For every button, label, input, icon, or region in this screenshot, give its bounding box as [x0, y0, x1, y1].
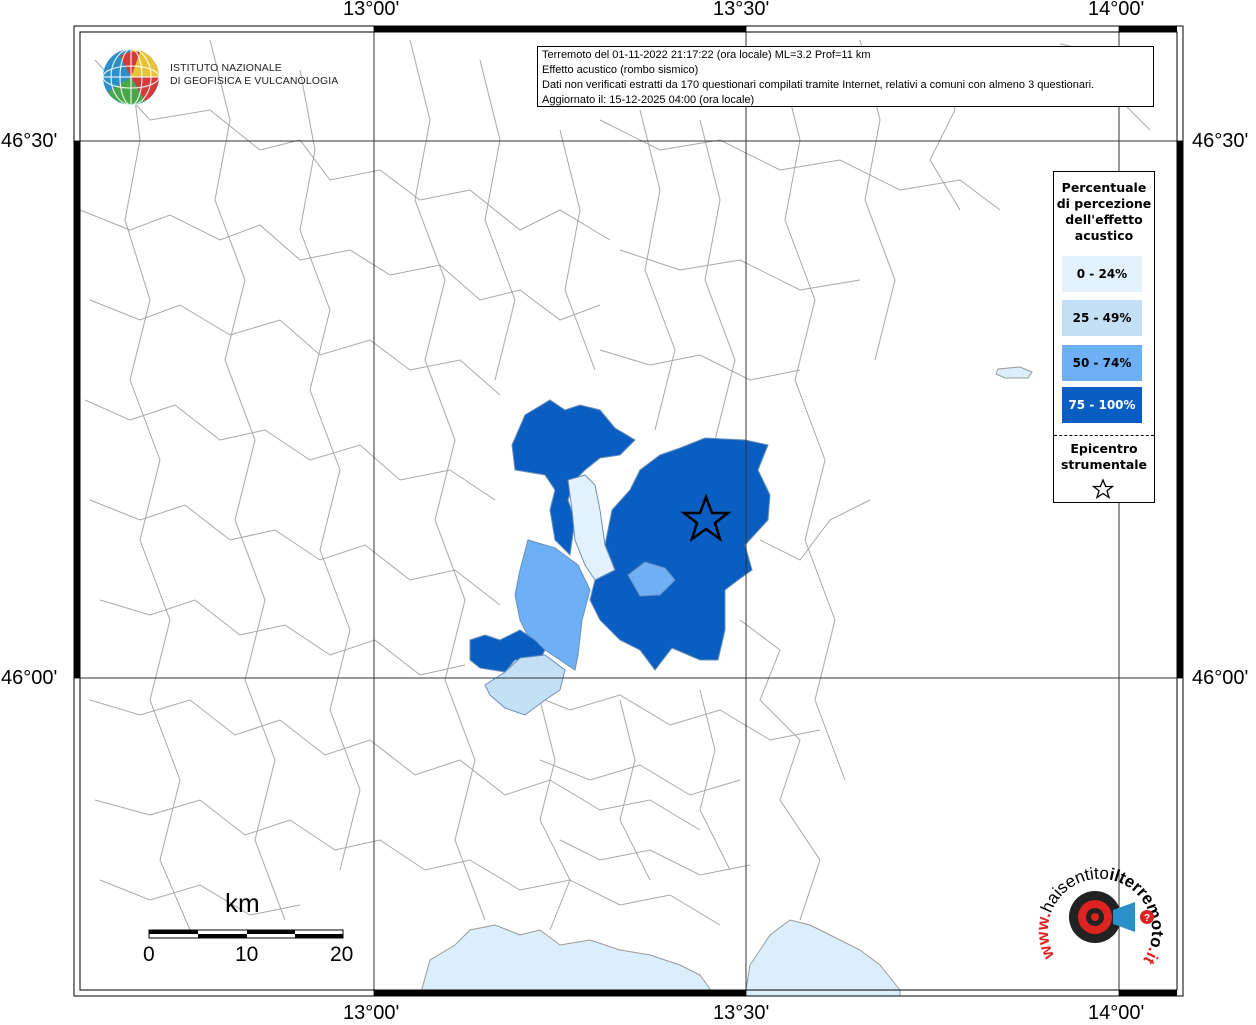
scale-tick-0: 0: [143, 943, 155, 966]
scale-tick-10: 10: [235, 943, 259, 966]
lon-label-top-1330: 13°30': [713, 0, 770, 20]
lon-label-top-1300: 13°00': [343, 0, 400, 20]
event-title: Terremoto del 01-11-2022 21:17:22 (ora l…: [542, 49, 871, 61]
legend-title-line: di percezione: [1056, 196, 1152, 211]
legend-class-0-24: 0 - 24%: [1062, 256, 1142, 292]
logo-line-1: ISTITUTO NAZIONALE: [170, 62, 282, 74]
haisentito-logo: www.haisentitoilterremoto.it ?: [1035, 864, 1165, 969]
effect-type: Effetto acustico (rombo sismico): [542, 64, 699, 76]
legend-epicenter-label: Epicentro strumentale: [1054, 441, 1154, 473]
legend-separator: [1054, 435, 1154, 436]
event-info-box: Terremoto del 01-11-2022 21:17:22 (ora l…: [537, 46, 1154, 107]
legend-epicenter-line: strumentale: [1060, 457, 1148, 472]
legend-title: Percentuale di percezione dell'effetto a…: [1054, 180, 1154, 244]
logo-line-2: DI GEOFISICA E VULCANOLOGIA: [170, 75, 339, 87]
lat-label-left-4600: 46°00': [1, 667, 58, 689]
lat-label-right-4630: 46°30': [1192, 130, 1249, 152]
lon-label-bottom-1300: 13°00': [343, 1002, 400, 1024]
lon-label-bottom-1400: 14°00': [1088, 1002, 1145, 1024]
legend-epicenter-line: Epicentro: [1070, 441, 1138, 456]
updated-timestamp: Aggiornato il: 15-12-2025 04:00 (ora loc…: [542, 94, 755, 106]
legend-title-line: acustico: [1074, 228, 1134, 243]
ingv-logo: ISTITUTO NAZIONALE DI GEOFISICA E VULCAN…: [100, 46, 338, 110]
scale-unit: km: [225, 888, 260, 918]
legend-title-line: dell'effetto: [1065, 212, 1143, 227]
star-icon: [1092, 478, 1114, 500]
data-disclaimer: Dati non verificati estratti da 170 ques…: [542, 79, 1095, 91]
lat-label-right-4600: 46°00': [1192, 667, 1249, 689]
svg-text:?: ?: [1144, 913, 1150, 924]
legend-class-50-74: 50 - 74%: [1062, 345, 1142, 381]
legend-class-25-49: 25 - 49%: [1062, 300, 1142, 336]
legend-title-line: Percentuale: [1061, 180, 1147, 195]
scale-tick-20: 20: [330, 943, 354, 966]
globe-icon: [102, 48, 160, 106]
lat-label-left-4630: 46°30': [1, 130, 58, 152]
lon-label-top-1400: 14°00': [1088, 0, 1145, 20]
lon-label-bottom-1330: 13°30': [713, 1002, 770, 1024]
scale-bar: [148, 929, 344, 939]
legend-class-75-100: 75 - 100%: [1062, 387, 1142, 423]
legend: Percentuale di percezione dell'effetto a…: [1053, 171, 1155, 503]
